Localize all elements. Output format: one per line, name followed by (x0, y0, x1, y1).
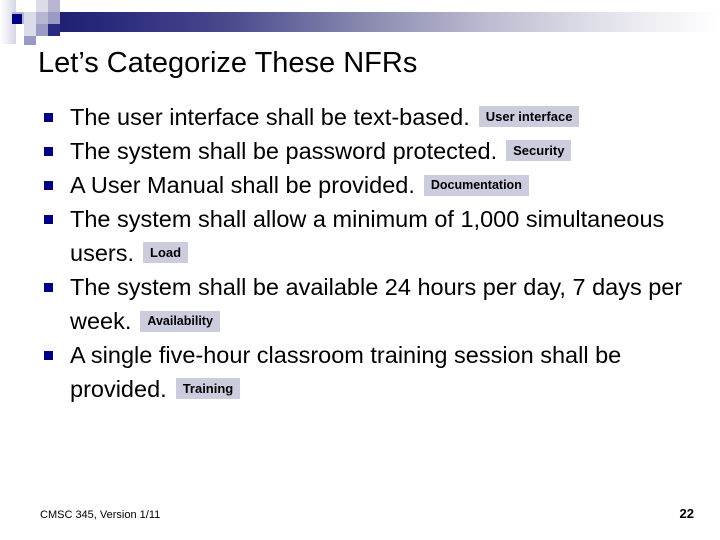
bullet-square-icon (44, 351, 53, 360)
list-item: The system shall be password protected. S… (40, 134, 700, 168)
category-tag: Documentation (423, 175, 529, 196)
motif-square (48, 24, 60, 36)
footer-course-label: CMSC 345, Version 1/11 (40, 509, 161, 521)
bullet-square-icon (44, 147, 53, 156)
bullet-square-icon (44, 283, 53, 292)
category-tag: User interface (478, 106, 580, 127)
list-item: The system shall be available 24 hours p… (40, 270, 700, 338)
bullet-square-icon (44, 181, 53, 190)
category-tag: Load (143, 242, 189, 263)
motif-square (36, 24, 48, 36)
header-square-motif (0, 0, 72, 45)
category-tag: Training (175, 378, 241, 399)
bullet-text: A single five-hour classroom training se… (70, 342, 622, 402)
category-tag: Security (506, 140, 572, 161)
bullet-square-icon (44, 113, 53, 122)
motif-square-navy (12, 14, 22, 24)
list-item: The system shall allow a minimum of 1,00… (40, 202, 700, 270)
slide-canvas: Let’s Categorize These NFRs The user int… (0, 0, 720, 540)
slide-title: Let’s Categorize These NFRs (38, 47, 418, 79)
motif-square (24, 36, 36, 45)
category-tag: Availability (140, 311, 220, 332)
slide-number: 22 (679, 506, 694, 521)
list-item: A User Manual shall be provided. Document… (40, 168, 700, 202)
header-gradient-bar (40, 12, 720, 32)
bullet-list: The user interface shall be text-based. U… (40, 100, 700, 406)
motif-square (48, 0, 60, 12)
motif-square (36, 12, 48, 24)
bullet-text: A User Manual shall be provided. (70, 172, 415, 198)
bullet-text: The system shall be password protected. (70, 138, 498, 164)
motif-square (36, 0, 48, 12)
bullet-square-icon (44, 215, 53, 224)
motif-square (24, 24, 36, 36)
motif-square (24, 12, 36, 24)
list-item: The user interface shall be text-based. U… (40, 100, 700, 134)
motif-square (48, 12, 60, 24)
list-item: A single five-hour classroom training se… (40, 338, 700, 406)
bullet-text: The user interface shall be text-based. (70, 104, 470, 130)
